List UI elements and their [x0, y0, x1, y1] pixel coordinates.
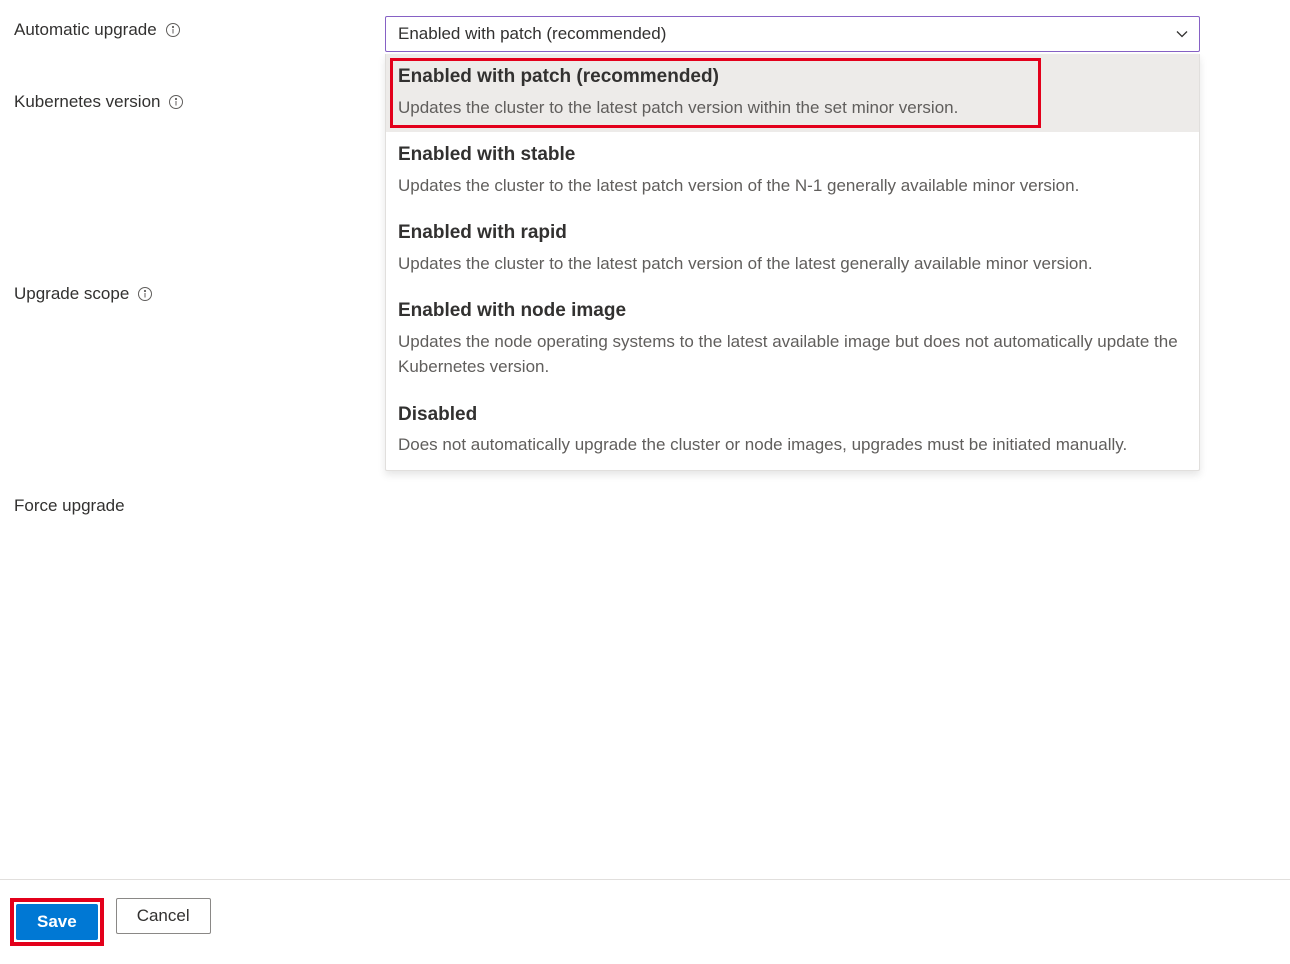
force-upgrade-label: Force upgrade: [14, 496, 125, 516]
dropdown-option-node-image[interactable]: Enabled with node image Updates the node…: [386, 288, 1199, 392]
control-col: Enabled with patch (recommended) Enabled…: [385, 16, 1200, 471]
row-automatic-upgrade: Automatic upgrade Enabled with patch (re…: [14, 16, 1276, 471]
dropdown-panel: Enabled with patch (recommended) Updates…: [385, 54, 1200, 471]
option-title: Enabled with node image: [398, 298, 1187, 325]
dropdown-selected-value: Enabled with patch (recommended): [398, 24, 666, 44]
upgrade-scope-label: Upgrade scope: [14, 284, 129, 304]
option-desc: Updates the cluster to the latest patch …: [398, 95, 1187, 121]
option-desc: Updates the node operating systems to th…: [398, 329, 1187, 380]
info-icon[interactable]: [165, 22, 181, 38]
info-icon[interactable]: [168, 94, 184, 110]
row-force-upgrade: Force upgrade: [14, 492, 385, 516]
chevron-down-icon: [1175, 27, 1189, 41]
row-kubernetes-version: Kubernetes version: [14, 88, 385, 112]
option-title: Enabled with rapid: [398, 220, 1187, 247]
dropdown-option-rapid[interactable]: Enabled with rapid Updates the cluster t…: [386, 210, 1199, 288]
option-desc: Updates the cluster to the latest patch …: [398, 173, 1187, 199]
annotation-highlight: Save: [10, 898, 104, 946]
footer-actions: Save Cancel: [0, 879, 1290, 964]
info-icon[interactable]: [137, 286, 153, 302]
cancel-button[interactable]: Cancel: [116, 898, 211, 934]
dropdown-option-disabled[interactable]: Disabled Does not automatically upgrade …: [386, 392, 1199, 470]
dropdown-option-patch[interactable]: Enabled with patch (recommended) Updates…: [386, 54, 1199, 132]
automatic-upgrade-label: Automatic upgrade: [14, 20, 157, 40]
form-area: Automatic upgrade Enabled with patch (re…: [0, 0, 1290, 471]
label-col: Automatic upgrade: [14, 16, 385, 40]
save-button[interactable]: Save: [16, 904, 98, 940]
option-title: Disabled: [398, 402, 1187, 429]
option-title: Enabled with stable: [398, 142, 1187, 169]
dropdown-option-stable[interactable]: Enabled with stable Updates the cluster …: [386, 132, 1199, 210]
automatic-upgrade-dropdown[interactable]: Enabled with patch (recommended): [385, 16, 1200, 52]
option-desc: Does not automatically upgrade the clust…: [398, 432, 1187, 458]
option-title: Enabled with patch (recommended): [398, 64, 1187, 91]
kubernetes-version-label: Kubernetes version: [14, 92, 160, 112]
option-desc: Updates the cluster to the latest patch …: [398, 251, 1187, 277]
row-upgrade-scope: Upgrade scope: [14, 280, 385, 304]
